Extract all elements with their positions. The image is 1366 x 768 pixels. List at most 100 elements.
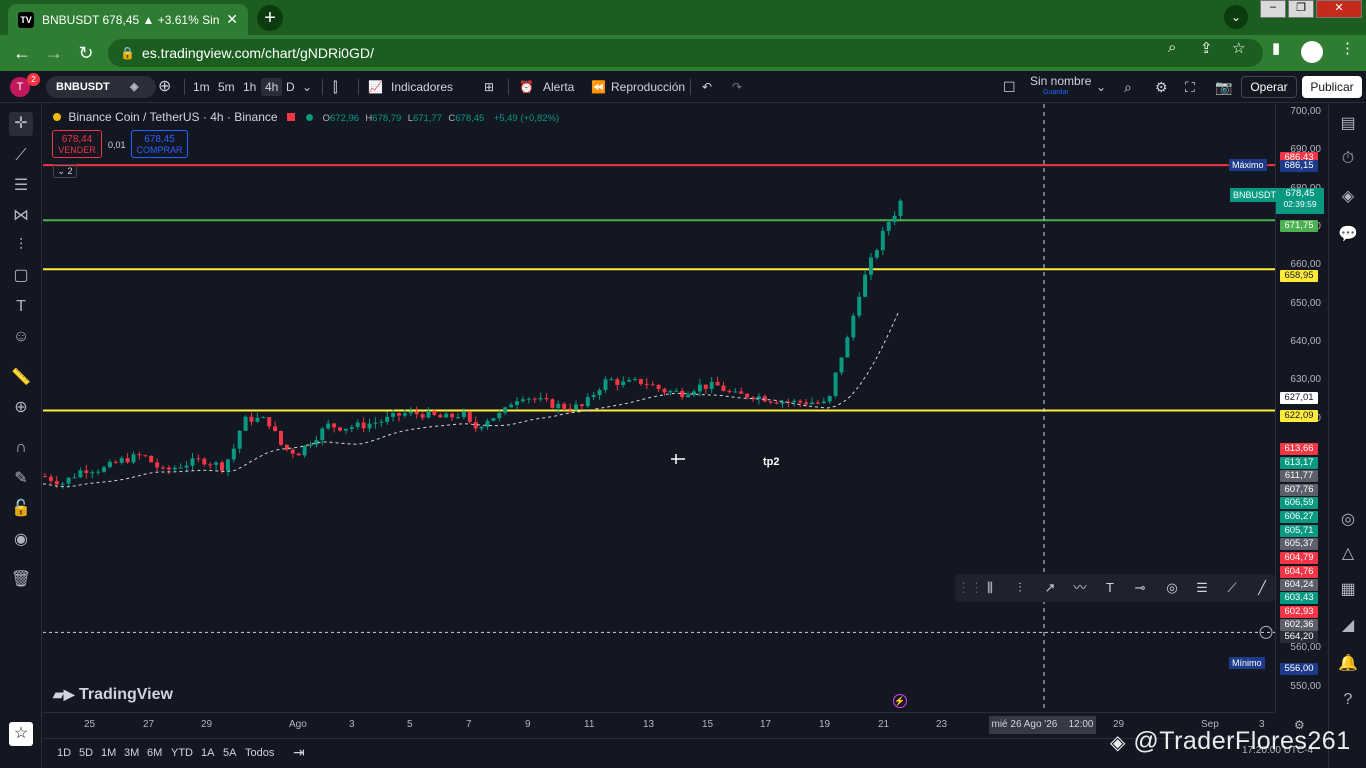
quick-search-icon[interactable]: ⌕ <box>1124 78 1132 96</box>
bookmark-star-icon[interactable]: ☆ <box>1232 39 1245 57</box>
forward-arrow-icon[interactable]: → <box>42 41 66 65</box>
tab-search-icon[interactable]: ⌄ <box>1224 5 1248 29</box>
text-icon[interactable]: T <box>9 295 33 319</box>
tf-5m[interactable]: 5m <box>218 78 235 96</box>
reload-icon[interactable]: ↻ <box>74 41 98 65</box>
sell-button[interactable]: 678,44 VENDER <box>52 130 102 158</box>
range-5a[interactable]: 5A <box>223 747 236 759</box>
tf-1m[interactable]: 1m <box>193 78 210 96</box>
chat-icon[interactable]: 💬 <box>1336 223 1360 247</box>
layouts-icon[interactable]: ⊞ <box>484 78 494 96</box>
lock-icon[interactable]: 🔓 <box>9 497 33 521</box>
shapes-icon[interactable]: ▢ <box>9 264 33 288</box>
browser-tab[interactable]: TV BNBUSDT 678,45 ▲ +3.61% Sin n ✕ <box>8 4 248 35</box>
favorites-star-icon[interactable]: ☆ <box>9 722 33 746</box>
close-window-button[interactable]: ✕ <box>1316 0 1362 18</box>
path-tool-icon[interactable]: 〰 <box>1069 578 1091 598</box>
trend-line-icon[interactable]: ⟋ <box>9 144 33 168</box>
share-icon[interactable]: ⇪ <box>1200 39 1213 57</box>
add-symbol-icon[interactable]: ⊕ <box>158 78 171 96</box>
url-input[interactable]: 🔒 es.tradingview.com/chart/gNDRi0GD/ <box>108 39 1263 67</box>
time-axis[interactable]: 25 27 29 Ago 3 5 7 9 11 13 15 17 19 21 23 29 Sep 3 mié 26… <box>43 712 1305 738</box>
range-5d[interactable]: 5D <box>79 747 93 759</box>
circle-tool-icon[interactable]: ◎ <box>1161 578 1183 598</box>
layout-dropdown-icon[interactable]: ⌄ <box>1096 78 1106 96</box>
stream-icon[interactable]: ◢ <box>1336 614 1360 638</box>
fullscreen-icon[interactable]: ⛶ <box>1185 78 1195 96</box>
horizontal-line-icon[interactable]: ⊸ <box>1129 578 1151 598</box>
redo-icon[interactable]: ↷ <box>732 78 742 96</box>
price-axis[interactable]: 700,00690,00680,00670,00660,00650,00640,… <box>1229 104 1328 712</box>
layout-checkbox-icon[interactable]: ☐ <box>1003 78 1016 96</box>
indicators-button[interactable]: Indicadores <box>391 78 453 96</box>
fib-icon[interactable]: ☰ <box>9 174 33 198</box>
ruler-icon[interactable]: 📏 <box>9 366 33 390</box>
flag-icon[interactable] <box>286 113 295 121</box>
forecast-icon[interactable]: ⫶ <box>9 234 33 258</box>
price-badge: 686,15 <box>1280 160 1318 172</box>
float-tool-2-icon[interactable]: ⫶ <box>1009 578 1031 598</box>
alerts-clock-icon[interactable]: ⏱ <box>1336 147 1360 171</box>
sidepanel-icon[interactable]: ▮ <box>1272 39 1280 57</box>
back-arrow-icon[interactable]: ← <box>10 41 34 65</box>
notifications-bell-icon[interactable]: 🔔 <box>1336 652 1360 676</box>
camera-icon[interactable]: 📷 <box>1215 78 1232 96</box>
buy-button[interactable]: 678,45 COMPRAR <box>131 130 188 158</box>
minimize-button[interactable]: – <box>1260 0 1286 18</box>
tab-close-icon[interactable]: ✕ <box>226 11 238 28</box>
crosshair-icon[interactable]: ✛ <box>9 112 33 136</box>
pencil-lock-icon[interactable]: ✎ <box>9 467 33 491</box>
replay-button[interactable]: Reproducción <box>611 78 685 96</box>
ray-tool-icon[interactable]: ⟋ <box>1221 578 1243 598</box>
pattern-icon[interactable]: ⋈ <box>9 204 33 228</box>
zoom-in-icon[interactable]: ⊕ <box>9 396 33 420</box>
watchlist-icon[interactable]: ▤ <box>1336 112 1360 136</box>
undo-icon[interactable]: ↶ <box>702 78 712 96</box>
help-icon[interactable]: ? <box>1336 688 1360 712</box>
range-ytd[interactable]: YTD <box>171 747 193 759</box>
range-3m[interactable]: 3M <box>124 747 139 759</box>
segment-tool-icon[interactable]: ╱ <box>1251 578 1273 598</box>
candlestick-chart[interactable]: tp2 <box>43 104 1275 712</box>
emoji-icon[interactable]: ☺ <box>9 325 33 349</box>
operar-button[interactable]: Operar <box>1241 76 1297 98</box>
symbol-search[interactable]: BNBUSDT ◈ <box>46 76 156 98</box>
text-tool-icon[interactable]: T <box>1099 578 1121 598</box>
new-tab-button[interactable]: + <box>257 5 283 31</box>
publicar-button[interactable]: Publicar <box>1302 76 1362 98</box>
goto-date-icon[interactable]: ⇥ <box>293 744 305 761</box>
zoom-icon[interactable]: ⌕ <box>1168 39 1176 56</box>
trash-icon[interactable]: 🗑 <box>9 568 33 592</box>
magnet-icon[interactable]: ∩ <box>9 436 33 460</box>
ideas-icon[interactable]: △ <box>1336 542 1360 566</box>
indicators-icon[interactable]: 📈 <box>368 78 383 96</box>
maximize-button[interactable]: ❐ <box>1288 0 1314 18</box>
tf-1h[interactable]: 1h <box>243 78 256 96</box>
tf-4h[interactable]: 4h <box>261 78 283 96</box>
profile-avatar[interactable] <box>1301 41 1323 63</box>
alert-button[interactable]: Alerta <box>543 78 574 96</box>
range-6m[interactable]: 6M <box>147 747 162 759</box>
target-icon[interactable]: ◎ <box>1336 508 1360 532</box>
arrow-tool-icon[interactable]: ↗ <box>1039 578 1061 598</box>
drag-handle-icon[interactable]: ⋮⋮ <box>957 578 983 598</box>
lines-tool-icon[interactable]: ☰ <box>1191 578 1213 598</box>
candle-type-icon[interactable]: ⫿ <box>333 78 337 96</box>
legend-collapse-button[interactable]: ⌄ 2 <box>53 164 77 178</box>
layers-icon[interactable]: ◈ <box>1336 185 1360 209</box>
range-1a[interactable]: 1A <box>201 747 214 759</box>
calendar-icon[interactable]: ▦ <box>1336 578 1360 602</box>
lightning-icon[interactable]: ⚡ <box>893 694 907 708</box>
timeframe-dropdown-icon[interactable]: ⌄ <box>302 78 312 96</box>
replay-icon[interactable]: ⏪ <box>591 78 606 96</box>
range-1m[interactable]: 1M <box>101 747 116 759</box>
eye-icon[interactable]: ◉ <box>9 528 33 552</box>
range-1d[interactable]: 1D <box>57 747 71 759</box>
tf-d[interactable]: D <box>286 78 295 96</box>
float-tool-1-icon[interactable]: ⫼ <box>979 578 1001 598</box>
settings-gear-icon[interactable]: ⚙ <box>1155 78 1168 96</box>
alert-icon[interactable]: ⏰ <box>519 78 534 96</box>
kebab-menu-icon[interactable]: ⋮ <box>1340 39 1355 57</box>
chart-pane[interactable]: tp2 Binance Coin / TetherUS · 4h · Binan… <box>43 104 1275 712</box>
range-todos[interactable]: Todos <box>245 747 274 759</box>
